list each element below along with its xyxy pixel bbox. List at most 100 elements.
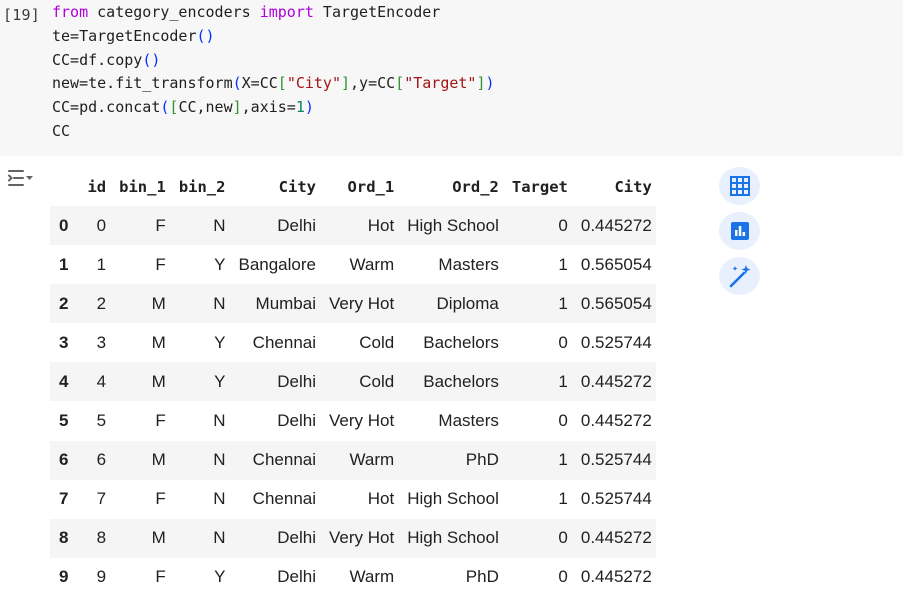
table-cell: Very Hot — [329, 411, 395, 431]
table-cell: Delhi — [277, 528, 316, 548]
column-header: Ord_1 — [347, 177, 395, 196]
table-cell: 0.565054 — [580, 293, 652, 313]
table-cell: 7 — [96, 489, 107, 509]
table-cell: 1 — [558, 254, 568, 274]
code-line: te=TargetEncoder() — [52, 26, 215, 45]
table-cell: Warm — [349, 567, 395, 587]
table-cell: Chennai — [252, 332, 316, 352]
row-index: 1 — [59, 254, 69, 274]
suggest-charts-button[interactable] — [719, 212, 760, 250]
row-index: 8 — [59, 528, 69, 548]
table-cell: Very Hot — [329, 293, 395, 313]
table-cell: Masters — [438, 411, 499, 431]
column-header: Target — [511, 177, 568, 196]
column-header — [50, 167, 78, 206]
table-cell: M — [151, 528, 166, 548]
table-cell: Bachelors — [423, 332, 499, 352]
table-row: 5 5 F N Delhi Very Hot Masters 0 0.44527… — [50, 401, 656, 440]
code-line: new=te.fit_transform(X=CC["City"],y=CC["… — [52, 74, 495, 93]
table-cell: Diploma — [436, 293, 499, 313]
table-cell: Bangalore — [238, 254, 316, 274]
table-cell: Hot — [367, 489, 395, 509]
code-cell[interactable]: [19] from category_encoders import Targe… — [0, 0, 903, 156]
row-index: 3 — [59, 332, 69, 352]
bar-chart-icon — [730, 222, 749, 240]
table-cell: Delhi — [277, 371, 316, 391]
column-header: bin_1 — [119, 177, 166, 196]
convert-to-interactive-table-button[interactable] — [719, 167, 760, 205]
table-row: 3 3 M Y Chennai Cold Bachelors 0 0.52574… — [50, 323, 656, 362]
column-header: City — [278, 177, 316, 196]
table-cell: N — [213, 293, 226, 313]
table-cell: N — [213, 215, 226, 235]
table-cell: 1 — [558, 489, 568, 509]
code-line: CC — [52, 121, 71, 140]
table-cell: 0.525744 — [580, 450, 652, 470]
table-cell: Mumbai — [255, 293, 316, 313]
table-cell: N — [213, 489, 226, 509]
table-cell: 0.445272 — [580, 371, 652, 391]
table-cell: N — [213, 411, 226, 431]
table-cell: Warm — [349, 450, 395, 470]
table-cell: Delhi — [277, 411, 316, 431]
table-cell: PhD — [465, 450, 499, 470]
magic-wand-icon — [729, 265, 750, 288]
row-index: 2 — [59, 293, 69, 313]
table-row: 7 7 F N Chennai Hot High School 1 0.5257… — [50, 480, 656, 519]
table-cell: 0.445272 — [580, 528, 652, 548]
table-header-row: id bin_1 bin_2 City Ord_1 Ord_2 Target C… — [50, 167, 656, 206]
table-cell: 2 — [96, 293, 107, 313]
table-cell: 1 — [96, 254, 107, 274]
table-cell: Warm — [349, 254, 395, 274]
table-cell: Cold — [359, 371, 395, 391]
table-row: 9 9 F Y Delhi Warm PhD 0 0.445272 — [50, 558, 656, 597]
table-cell: Very Hot — [329, 528, 395, 548]
row-index: 0 — [59, 215, 69, 235]
table-cell: 0.565054 — [580, 254, 652, 274]
table-cell: M — [151, 371, 166, 391]
table-row: 8 8 M N Delhi Very Hot High School 0 0.4… — [50, 518, 656, 558]
table-cell: 0.445272 — [580, 215, 652, 235]
row-index: 4 — [59, 371, 69, 391]
table-cell: Chennai — [252, 489, 316, 509]
output-toggle-button[interactable] — [6, 166, 34, 190]
table-icon — [729, 176, 750, 196]
table-cell: M — [151, 332, 166, 352]
table-cell: 5 — [96, 411, 107, 431]
row-index: 6 — [59, 450, 69, 470]
table-cell: Cold — [359, 332, 395, 352]
table-cell: N — [213, 450, 226, 470]
row-index: 9 — [59, 567, 69, 587]
table-cell: F — [155, 411, 166, 431]
code-line: CC=df.copy() — [52, 50, 161, 69]
column-header: id — [87, 177, 107, 196]
table-cell: F — [155, 215, 166, 235]
table-cell: 0 — [558, 528, 568, 548]
table-cell: F — [155, 567, 166, 587]
column-header: City — [614, 177, 652, 196]
table-row: 6 6 M N Chennai Warm PhD 1 0.525744 — [50, 440, 656, 480]
table-cell: M — [151, 293, 166, 313]
code-editor[interactable]: from category_encoders import TargetEnco… — [52, 1, 495, 144]
table-cell: 4 — [96, 371, 107, 391]
table-cell: 1 — [558, 293, 568, 313]
table-cell: 0.525744 — [580, 489, 652, 509]
table-cell: N — [213, 528, 226, 548]
table-cell: 0 — [558, 215, 568, 235]
table-cell: PhD — [465, 567, 499, 587]
table-cell: High School — [407, 489, 499, 509]
code-line: from category_encoders import TargetEnco… — [52, 3, 441, 21]
generate-code-button[interactable] — [719, 257, 760, 295]
table-cell: Y — [214, 254, 226, 274]
table-cell: Masters — [438, 254, 499, 274]
table-cell: F — [155, 254, 166, 274]
code-line: CC=pd.concat([CC,new],axis=1) — [52, 98, 314, 117]
table-cell: 3 — [96, 332, 107, 352]
table-cell: 0.525744 — [580, 332, 652, 352]
table-cell: Y — [214, 371, 226, 391]
table-cell: 0 — [558, 567, 568, 587]
dataframe-table: id bin_1 bin_2 City Ord_1 Ord_2 Target C… — [50, 167, 656, 597]
output-toggle-icon — [8, 170, 33, 186]
table-row: 0 0 F N Delhi Hot High School 0 0.445272 — [50, 206, 656, 246]
column-header: Ord_2 — [452, 177, 499, 196]
